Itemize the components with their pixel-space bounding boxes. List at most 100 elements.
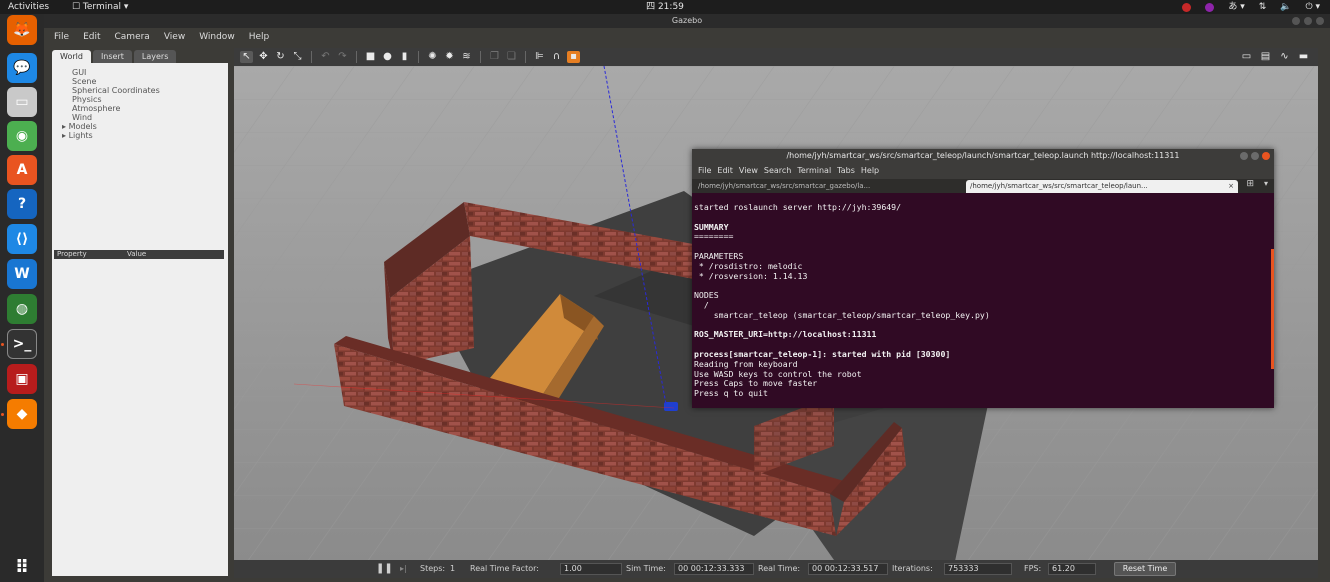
- new-tab-icon[interactable]: ⊞: [1246, 179, 1254, 189]
- help-icon[interactable]: ?: [7, 189, 37, 219]
- cylinder-icon[interactable]: ▮: [398, 51, 411, 63]
- terminal-tab-2[interactable]: /home/jyh/smartcar_ws/src/smartcar_teleo…: [966, 180, 1238, 193]
- tree-item-expandable[interactable]: ▸ Models: [58, 122, 160, 131]
- menu-window[interactable]: Window: [199, 32, 235, 42]
- network-icon[interactable]: ⇅: [1259, 0, 1267, 14]
- terminal-line: ROS_MASTER_URI=http://localhost:11311: [694, 329, 877, 340]
- terminal-menu-help[interactable]: Help: [861, 166, 879, 175]
- paste-icon[interactable]: ❏: [505, 51, 518, 63]
- scale-mode-icon[interactable]: ⤡: [291, 51, 304, 63]
- tab-world[interactable]: World: [52, 50, 91, 63]
- terminal-minimize-button[interactable]: [1240, 152, 1248, 160]
- terminal-maximize-button[interactable]: [1251, 152, 1259, 160]
- close-button[interactable]: [1316, 17, 1324, 25]
- terminal-tab-close-icon[interactable]: ×: [1228, 180, 1234, 193]
- terminal-menu-search[interactable]: Search: [764, 166, 791, 175]
- translate-mode-icon[interactable]: ✥: [257, 51, 270, 63]
- iterations-value: 753333: [944, 563, 1012, 575]
- world-panel: World Insert Layers GUI Scene Spherical Coor…: [52, 50, 228, 576]
- clock[interactable]: 四 21:59: [0, 0, 1330, 14]
- tree-item[interactable]: Scene: [58, 77, 160, 86]
- sim-time-value: 00 00:12:33.333: [674, 563, 754, 575]
- gazebo-icon[interactable]: ◆: [7, 399, 37, 429]
- terminal-tab-1-label: /home/jyh/smartcar_ws/src/smartcar_gazeb…: [698, 182, 871, 190]
- sphere-icon[interactable]: ●: [381, 51, 394, 63]
- menu-camera[interactable]: Camera: [115, 32, 150, 42]
- terminal-scrollbar[interactable]: [1271, 249, 1274, 369]
- running-indicator: [1, 343, 4, 346]
- globe-icon[interactable]: ◍: [7, 294, 37, 324]
- wps-icon[interactable]: W: [7, 259, 37, 289]
- snap-icon[interactable]: ∩: [550, 51, 563, 63]
- terminal-menu-file[interactable]: File: [698, 166, 711, 175]
- screenshot-icon[interactable]: ▭: [1240, 51, 1253, 63]
- menu-help[interactable]: Help: [249, 32, 270, 42]
- spot-light-icon[interactable]: ✹: [443, 51, 456, 63]
- show-apps-icon[interactable]: ⠿: [7, 552, 37, 582]
- undo-icon[interactable]: ↶: [319, 51, 332, 63]
- terminal-line: Press q to quit: [694, 388, 768, 399]
- tree-item[interactable]: Wind: [58, 113, 160, 122]
- plot-icon[interactable]: ∿: [1278, 51, 1291, 63]
- directional-light-icon[interactable]: ≋: [460, 51, 473, 63]
- copy-icon[interactable]: ❐: [488, 51, 501, 63]
- robot-model[interactable]: [664, 402, 678, 411]
- tab-layers[interactable]: Layers: [133, 50, 177, 63]
- minimize-button[interactable]: [1292, 17, 1300, 25]
- menu-file[interactable]: File: [54, 32, 69, 42]
- terminal-line: NODES: [694, 290, 719, 301]
- video-record-icon[interactable]: ▬: [1297, 51, 1310, 63]
- tray-red-icon[interactable]: [1182, 2, 1192, 12]
- tree-item[interactable]: GUI: [58, 68, 160, 77]
- input-method-icon[interactable]: あ ▾: [1228, 0, 1244, 14]
- tree-item-expandable[interactable]: ▸ Lights: [58, 131, 160, 140]
- tabs-dropdown-icon[interactable]: ▾: [1264, 179, 1268, 188]
- volume-icon[interactable]: 🔈: [1280, 0, 1291, 14]
- reset-time-button[interactable]: Reset Time: [1114, 562, 1176, 576]
- menu-edit[interactable]: Edit: [83, 32, 100, 42]
- box-icon[interactable]: ■: [364, 51, 377, 63]
- point-light-icon[interactable]: ✺: [426, 51, 439, 63]
- remote-desktop-icon[interactable]: ▣: [7, 364, 37, 394]
- tab-insert[interactable]: Insert: [92, 50, 132, 63]
- terminal-line: * /rosversion: 1.14.13: [694, 270, 808, 281]
- power-icon[interactable]: ⏻ ▾: [1306, 0, 1321, 14]
- install-icon[interactable]: ◉: [7, 121, 37, 151]
- rotate-mode-icon[interactable]: ↻: [274, 51, 287, 63]
- menu-view[interactable]: View: [164, 32, 185, 42]
- tray-purple-icon[interactable]: [1205, 2, 1215, 12]
- log-icon[interactable]: ▤: [1259, 51, 1272, 63]
- tree-item[interactable]: Physics: [58, 95, 160, 104]
- system-tray[interactable]: あ ▾ ⇅ 🔈 ⏻ ▾: [1182, 0, 1320, 14]
- world-panel-tabs: World Insert Layers: [52, 50, 228, 63]
- maximize-button[interactable]: [1304, 17, 1312, 25]
- firefox-icon[interactable]: 🦊: [7, 15, 37, 45]
- terminal-icon[interactable]: >_: [7, 329, 37, 359]
- chat-icon[interactable]: 💬: [7, 53, 37, 83]
- terminal-title: /home/jyh/smartcar_ws/src/smartcar_teleo…: [786, 151, 1180, 160]
- terminal-menu-edit[interactable]: Edit: [717, 166, 733, 175]
- align-icon[interactable]: ⊫: [533, 51, 546, 63]
- tree-item[interactable]: Spherical Coordinates: [58, 86, 160, 95]
- step-icon[interactable]: ▸|: [400, 560, 407, 578]
- terminal-menu-terminal[interactable]: Terminal: [797, 166, 831, 175]
- tree-item[interactable]: Atmosphere: [58, 104, 160, 113]
- tree-item-label: Lights: [68, 131, 93, 140]
- terminal-tab-1[interactable]: /home/jyh/smartcar_ws/src/smartcar_gazeb…: [694, 180, 962, 193]
- sim-time-label: Sim Time:: [626, 564, 666, 573]
- terminal-output[interactable]: started roslaunch server http://jyh:3964…: [694, 202, 1270, 399]
- change-view-icon[interactable]: ▪: [567, 51, 580, 63]
- terminal-close-button[interactable]: [1262, 152, 1270, 160]
- files-icon[interactable]: ▭: [7, 87, 37, 117]
- desktop: Activities ☐ Terminal ▾ 四 21:59 あ ▾ ⇅ 🔈 …: [0, 0, 1330, 582]
- steps-value[interactable]: 1: [450, 560, 455, 578]
- pause-button[interactable]: ❚❚: [376, 560, 393, 578]
- software-center-icon[interactable]: A: [7, 155, 37, 185]
- redo-icon[interactable]: ↷: [336, 51, 349, 63]
- fps-value: 61.20: [1048, 563, 1096, 575]
- select-mode-icon[interactable]: ↖: [240, 51, 253, 63]
- terminal-menu-tabs[interactable]: Tabs: [837, 166, 855, 175]
- terminal-menu-view[interactable]: View: [739, 166, 758, 175]
- gazebo-title-bar: Gazebo: [44, 14, 1330, 28]
- vscode-icon[interactable]: ⟨⟩: [7, 224, 37, 254]
